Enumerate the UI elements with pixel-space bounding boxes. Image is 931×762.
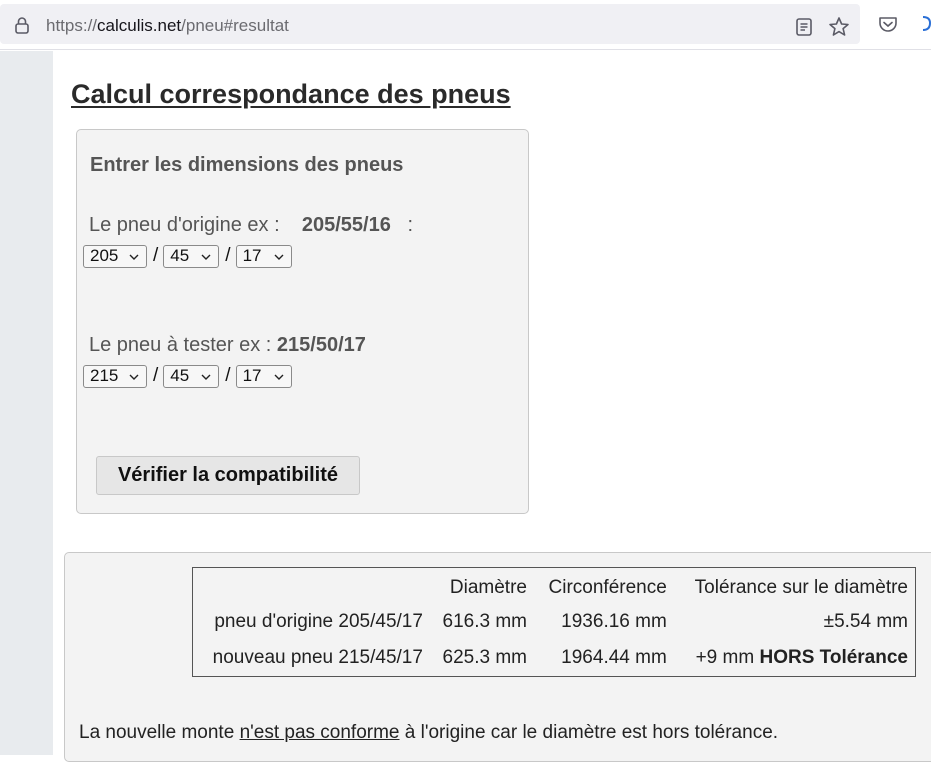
original-rim-value: 17: [242, 246, 262, 265]
form-heading: Entrer les dimensions des pneus: [90, 154, 404, 176]
original-ratio-value: 45: [170, 246, 190, 265]
original-example: 205/55/16: [301, 214, 391, 236]
table-header: Tolérance sur le diamètre: [694, 577, 908, 598]
extension-icon[interactable]: [920, 13, 931, 35]
table-header: Circonférence: [548, 577, 667, 598]
table-header: [193, 568, 430, 604]
row-label: pneu d'origine 205/45/17: [214, 611, 423, 632]
original-width-select[interactable]: 205: [83, 244, 147, 268]
address-bar[interactable]: https://calculis.net/pneu#resultat: [0, 4, 860, 44]
test-tire-label: Le pneu à tester ex : 215/50/17: [89, 334, 366, 357]
chevron-down-icon: [274, 374, 284, 380]
test-rim-value: 17: [242, 366, 262, 385]
original-tire-selects: 205 / 45 / 17: [83, 244, 292, 268]
results-panel: Diamètre Circonférence Tolérance sur le …: [64, 552, 931, 762]
result-sentence: La nouvelle monte n'est pas conforme à l…: [79, 722, 778, 744]
table-header: Diamètre: [449, 577, 527, 598]
original-rim-select[interactable]: 17: [235, 244, 292, 268]
separator: /: [153, 245, 159, 266]
table-row: nouveau pneu 215/45/17 625.3 mm 1964.44 …: [193, 640, 915, 676]
left-margin: [0, 51, 53, 755]
test-example: 215/50/17: [276, 334, 366, 356]
table-header-row: Diamètre Circonférence Tolérance sur le …: [193, 568, 915, 604]
url-text[interactable]: https://calculis.net/pneu#resultat: [46, 16, 289, 36]
test-ratio-value: 45: [170, 366, 190, 385]
test-width-value: 215: [90, 366, 119, 385]
check-compatibility-button[interactable]: Vérifier la compatibilité: [96, 456, 360, 495]
test-rim-select[interactable]: 17: [235, 364, 292, 388]
test-ratio-select[interactable]: 45: [163, 364, 220, 388]
browser-toolbar: https://calculis.net/pneu#resultat: [0, 0, 931, 50]
diameter-cell: 625.3 mm: [442, 647, 527, 668]
url-scheme: https://: [46, 16, 98, 35]
test-tire-selects: 215 / 45 / 17: [83, 364, 292, 388]
tire-form-panel: Entrer les dimensions des pneus Le pneu …: [76, 129, 529, 514]
original-ratio-select[interactable]: 45: [163, 244, 220, 268]
page-title: Calcul correspondance des pneus: [71, 79, 511, 109]
url-host: calculis.net: [97, 16, 182, 35]
separator: /: [225, 365, 231, 386]
test-label-text: Le pneu à tester ex :: [89, 334, 272, 356]
original-width-value: 205: [90, 246, 119, 265]
star-icon[interactable]: [828, 16, 850, 38]
sentence-before: La nouvelle monte: [79, 722, 240, 743]
table-row: pneu d'origine 205/45/17 616.3 mm 1936.1…: [193, 604, 915, 640]
sentence-emphasis: n'est pas conforme: [239, 722, 400, 743]
original-tire-label: Le pneu d'origine ex : 205/55/16 :: [89, 214, 413, 237]
sentence-after: à l'origine car le diamètre est hors tol…: [399, 722, 779, 743]
row-label: nouveau pneu 215/45/17: [212, 647, 423, 668]
chevron-down-icon: [201, 374, 211, 380]
separator: /: [225, 245, 231, 266]
tolerance-cell: ±5.54 mm: [823, 611, 908, 632]
separator: /: [153, 365, 159, 386]
tolerance-cell: +9 mm HORS Tolérance: [675, 640, 915, 676]
pocket-icon[interactable]: [877, 13, 899, 35]
reader-view-icon[interactable]: [795, 17, 813, 37]
chevron-down-icon: [129, 254, 139, 260]
url-path: /pneu#resultat: [181, 16, 289, 35]
chevron-down-icon: [129, 374, 139, 380]
results-table: Diamètre Circonférence Tolérance sur le …: [192, 567, 916, 677]
lock-icon[interactable]: [12, 15, 32, 35]
circumference-cell: 1964.44 mm: [561, 647, 667, 668]
circumference-cell: 1936.16 mm: [561, 611, 667, 632]
out-of-tolerance-status: HORS Tolérance: [759, 647, 908, 668]
original-suffix: :: [407, 214, 414, 236]
tolerance-value: +9 mm: [695, 647, 755, 668]
chevron-down-icon: [274, 254, 284, 260]
chevron-down-icon: [201, 254, 211, 260]
original-label-text: Le pneu d'origine ex :: [89, 214, 280, 236]
test-width-select[interactable]: 215: [83, 364, 147, 388]
diameter-cell: 616.3 mm: [442, 611, 527, 632]
